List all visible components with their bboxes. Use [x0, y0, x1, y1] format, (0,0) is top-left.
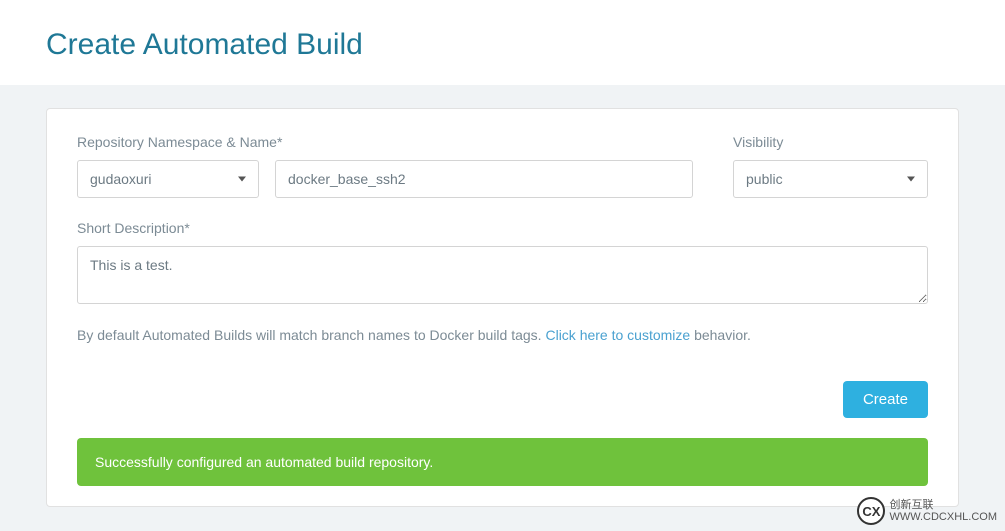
form-card: Repository Namespace & Name* gudaoxuri V… — [46, 108, 959, 507]
namespace-name-group: Repository Namespace & Name* gudaoxuri — [77, 134, 733, 198]
description-label: Short Description* — [77, 220, 928, 236]
chevron-down-icon — [907, 177, 915, 182]
create-button[interactable]: Create — [843, 381, 928, 418]
description-group: Short Description* This is a test. — [77, 220, 928, 309]
watermark: CX 创新互联 WWW.CDCXHL.COM — [857, 497, 997, 525]
watermark-logo-icon: CX — [857, 497, 885, 525]
watermark-line2: WWW.CDCXHL.COM — [889, 511, 997, 523]
visibility-select[interactable]: public — [733, 160, 928, 198]
name-input[interactable] — [275, 160, 693, 198]
top-bar: Create Automated Build — [0, 0, 1005, 85]
help-suffix: behavior. — [690, 327, 751, 343]
visibility-label: Visibility — [733, 134, 928, 150]
watermark-line1: 创新互联 — [889, 499, 997, 511]
page-title: Create Automated Build — [46, 28, 959, 62]
description-textarea[interactable]: This is a test. — [77, 246, 928, 304]
visibility-select-value: public — [746, 171, 783, 187]
success-alert: Successfully configured an automated bui… — [77, 438, 928, 486]
namespace-select[interactable]: gudaoxuri — [77, 160, 259, 198]
form-row-top: Repository Namespace & Name* gudaoxuri V… — [77, 134, 928, 198]
visibility-group: Visibility public — [733, 134, 928, 198]
namespace-select-value: gudaoxuri — [90, 171, 152, 187]
button-row: Create — [77, 381, 928, 418]
chevron-down-icon — [238, 177, 246, 182]
customize-link[interactable]: Click here to customize — [545, 327, 690, 343]
help-text: By default Automated Builds will match b… — [77, 327, 928, 343]
help-prefix: By default Automated Builds will match b… — [77, 327, 545, 343]
namespace-label: Repository Namespace & Name* — [77, 134, 693, 150]
namespace-name-pair: gudaoxuri — [77, 160, 693, 198]
watermark-text: 创新互联 WWW.CDCXHL.COM — [889, 499, 997, 523]
